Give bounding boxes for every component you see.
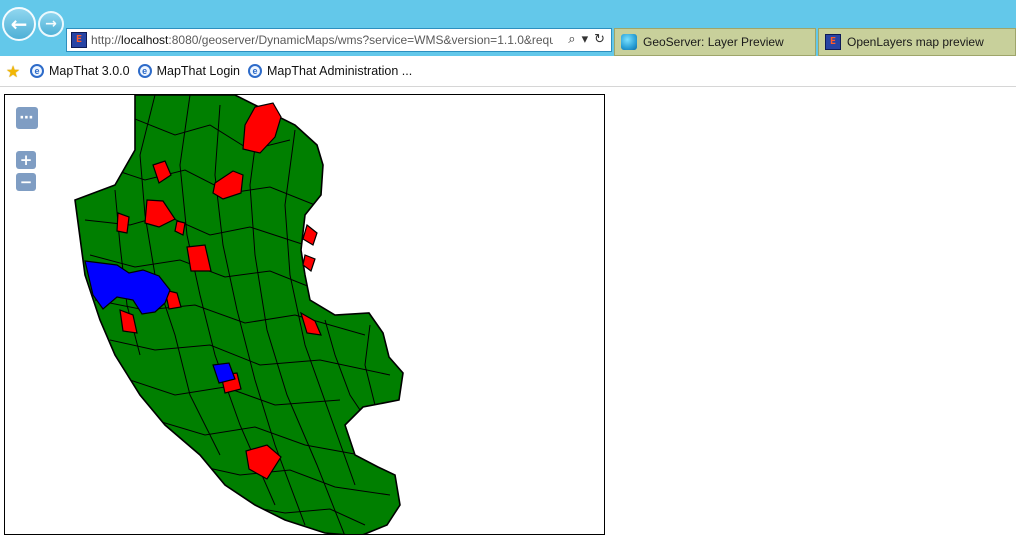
map-viewport[interactable]: ⋯ + − [4, 94, 605, 535]
red-ward [302, 254, 316, 272]
url-host: localhost [121, 33, 169, 47]
ie-icon: e [30, 64, 44, 78]
favorite-item-mapthat-login[interactable]: e MapThat Login [137, 64, 240, 78]
favorites-bar: ★ e MapThat 3.0.0 e MapThat Login e MapT… [0, 56, 1016, 87]
favorite-item-mapthat-administration[interactable]: e MapThat Administration ... [248, 64, 412, 78]
address-bar-actions: ⌕ ▾ ↻ [568, 32, 605, 48]
openlayers-icon: E [825, 34, 841, 50]
url-rest: :8080/geoserver/DynamicMaps/wms?service=… [168, 33, 553, 47]
favorite-label: MapThat 3.0.0 [49, 64, 130, 78]
forward-button[interactable]: → [38, 11, 64, 37]
forward-arrow-icon: → [45, 16, 57, 32]
tab-label: OpenLayers map preview [847, 35, 984, 49]
search-icon[interactable]: ⌕ [568, 32, 575, 48]
back-arrow-icon: ← [10, 12, 28, 36]
layer-switcher-button[interactable]: ⋯ [16, 107, 38, 129]
browser-title-bar: ← → E http://localhost:8080/geoserver/Dy… [0, 0, 1016, 56]
choropleth-map [74, 95, 404, 534]
tab-geoserver-layer-preview[interactable]: GeoServer: Layer Preview [614, 28, 816, 56]
tab-openlayers-map-preview[interactable]: E OpenLayers map preview [818, 28, 1016, 56]
favorite-item-mapthat-300[interactable]: e MapThat 3.0.0 [30, 64, 130, 78]
tab-label: GeoServer: Layer Preview [643, 35, 784, 49]
url-prefix: http:// [91, 33, 122, 47]
page-favicon-icon: E [71, 32, 87, 48]
ie-icon: e [248, 64, 262, 78]
zoom-in-button[interactable]: + [16, 151, 36, 169]
back-button[interactable]: ← [2, 7, 36, 41]
favorite-label: MapThat Administration ... [267, 64, 413, 78]
zoom-out-button[interactable]: − [16, 173, 36, 191]
refresh-icon[interactable]: ↻ [594, 32, 605, 48]
favorite-label: MapThat Login [156, 64, 240, 78]
ie-icon: e [137, 64, 152, 78]
address-bar[interactable]: E http://localhost:8080/geoserver/Dynami… [66, 28, 612, 52]
dropdown-icon[interactable]: ▾ [582, 32, 589, 48]
geoserver-icon [621, 34, 637, 50]
favorites-star-icon[interactable]: ★ [4, 62, 22, 81]
red-ward [116, 212, 130, 234]
red-ward [302, 223, 318, 246]
address-url[interactable]: http://localhost:8080/geoserver/DynamicM… [91, 33, 553, 47]
